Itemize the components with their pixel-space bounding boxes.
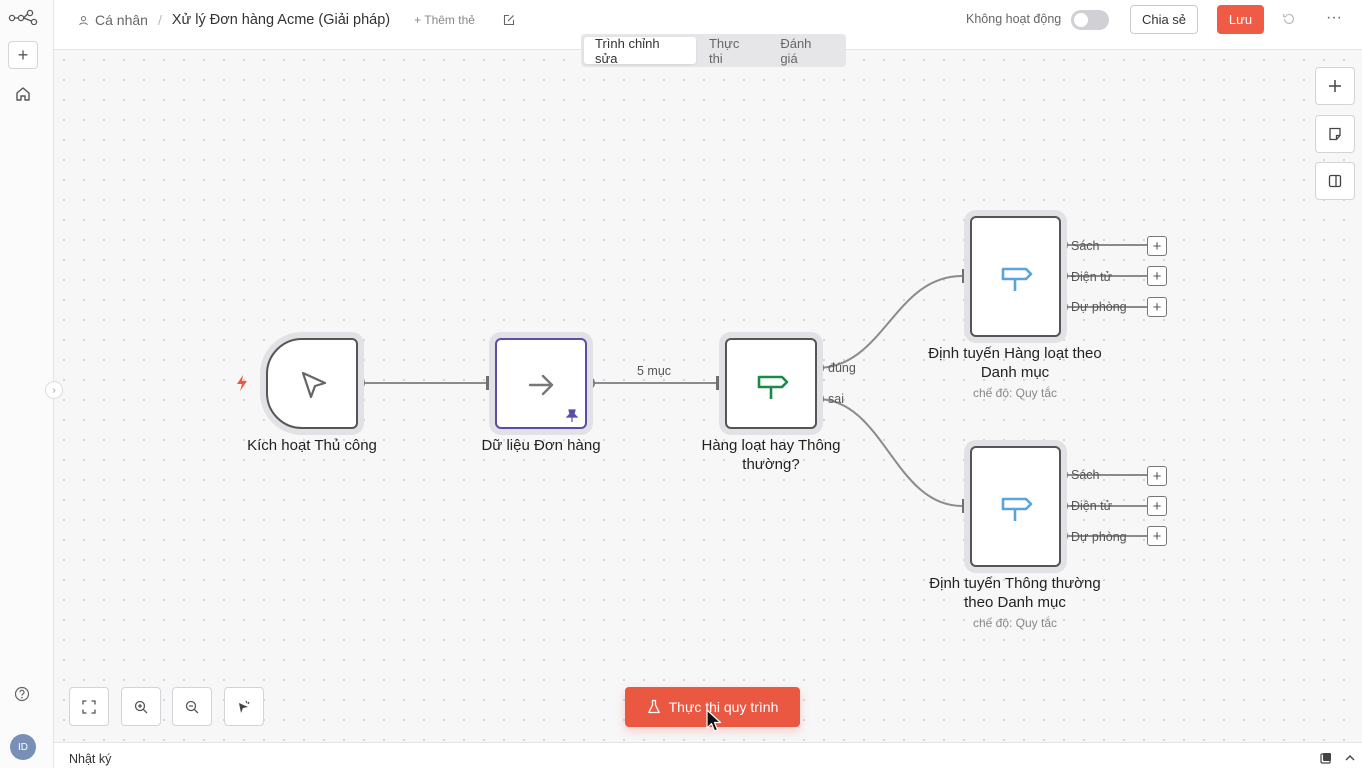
input-handle [962,269,969,283]
help-icon[interactable] [14,686,30,702]
add-node-panel-button[interactable] [1315,67,1355,105]
logs-label: Nhật ký [69,752,112,766]
chevron-up-icon[interactable] [1344,752,1356,764]
port-label-electronics: Điện tử [1071,499,1113,513]
add-node-button[interactable]: + [1147,236,1167,256]
signpost-icon [1001,267,1033,291]
node-label: Định tuyến Hàng loạt theo Danh mục [928,345,1102,381]
user-avatar[interactable]: ID [10,734,36,760]
zoom-in-button[interactable] [121,687,161,726]
node-order-data[interactable] [495,338,587,429]
tidy-up-button[interactable] [224,687,264,726]
add-node-button[interactable]: + [1147,466,1167,486]
add-node-button[interactable]: + [1147,496,1167,516]
expand-sidebar-icon[interactable]: › [45,381,63,399]
port-label-fallback: Dự phòng [1071,300,1127,314]
port-label-books: Sách [1071,468,1100,482]
node-manual-trigger[interactable] [266,338,358,429]
tab-executions[interactable]: Thực thi [698,36,767,66]
input-handle [962,499,969,513]
active-status-label: Không hoạt động [966,12,1062,26]
workflow-title[interactable]: Xử lý Đơn hàng Acme (Giải pháp) [172,12,390,28]
share-button[interactable]: Chia sẻ [1130,5,1198,34]
sticky-note-icon [1329,127,1341,141]
tab-evaluations[interactable]: Đánh giá [769,36,843,66]
node-route-regular[interactable] [970,446,1061,567]
save-button[interactable]: Lưu [1217,5,1264,34]
logs-panel-bar[interactable]: Nhật ký [54,742,1362,768]
port-label-electronics: Điện tử [1071,270,1113,284]
edit-icon[interactable] [503,14,515,26]
add-button[interactable]: + [8,41,38,69]
broom-icon [239,700,250,713]
pin-icon [566,409,578,422]
zoom-in-icon [134,700,148,713]
port-label-books: Sách [1071,239,1100,253]
fit-view-button[interactable] [69,687,109,726]
add-node-button[interactable]: + [1147,266,1167,286]
execute-workflow-label: Thực thi quy trình [668,699,779,715]
fit-view-icon [82,699,96,714]
signpost-icon [1001,497,1033,521]
toggle-panel-button[interactable] [1315,162,1355,200]
popout-icon[interactable] [1320,752,1332,764]
node-label: Dữ liệu Đơn hàng [481,437,601,454]
node-subtitle: chế độ: Quy tắc [972,616,1058,630]
breadcrumb-owner[interactable]: Cá nhân [95,12,148,28]
add-node-button[interactable]: + [1147,297,1167,317]
connections [351,238,1147,543]
breadcrumb-separator: / [157,12,162,28]
tab-editor[interactable]: Trình chỉnh sửa [584,36,696,66]
signpost-icon [757,375,789,399]
input-handle [486,376,493,390]
node-subtitle: chế độ: Quy tắc [972,386,1058,400]
breadcrumb: Cá nhân / Xử lý Đơn hàng Acme (Giải pháp… [78,12,515,28]
node-label: Hàng loạt hay Thông thường? [701,437,841,473]
port-label-false: sai [828,392,844,406]
node-label: Định tuyến Thông thường theo Danh mục [929,575,1101,611]
toggle-knob [1074,13,1088,27]
home-icon[interactable] [14,85,32,103]
history-icon[interactable] [1282,12,1296,26]
input-handle [716,376,723,390]
port-label-fallback: Dự phòng [1071,530,1127,544]
n8n-logo-icon[interactable] [8,9,38,25]
plus-icon [1329,80,1341,92]
add-node-button[interactable]: + [1147,526,1167,546]
node-route-bulk[interactable] [970,216,1061,337]
port-label-true: đúng [828,361,856,375]
workflow-canvas[interactable]: Kích hoạt Thủ công Dữ liệu Đơn hàng 5 mụ… [54,50,1362,742]
zoom-out-icon [185,700,199,713]
lightning-icon [237,375,247,391]
panel-icon [1328,174,1342,188]
cursor-click-icon [301,371,327,399]
node-label: Kích hoạt Thủ công [247,437,377,454]
active-toggle[interactable] [1071,10,1109,30]
more-options-icon[interactable]: ··· [1326,9,1342,27]
arrow-right-icon [528,374,554,396]
edge-items-label: 5 mục [637,364,672,378]
view-tabs: Trình chỉnh sửa Thực thi Đánh giá [581,34,846,67]
mouse-pointer-icon [706,709,722,732]
user-icon [79,15,88,25]
flask-icon [647,699,660,714]
sticky-note-button[interactable] [1315,115,1355,153]
add-tag-link[interactable]: + Thêm thẻ [414,13,475,27]
node-bulk-or-regular[interactable] [725,338,817,429]
zoom-out-button[interactable] [172,687,212,726]
